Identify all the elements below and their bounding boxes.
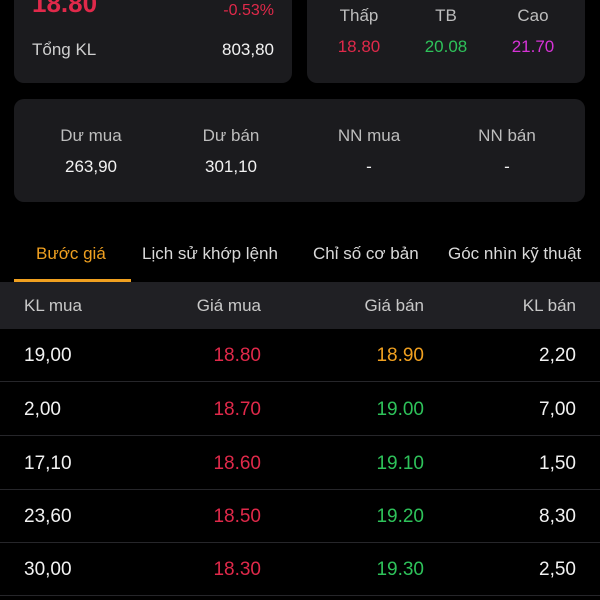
buy-volume-cell: 30,00	[24, 559, 72, 580]
change-percent: -0.53%	[223, 2, 274, 19]
sell-volume-cell: 7,00	[539, 399, 576, 420]
buy-volume-cell: 23,60	[24, 506, 72, 527]
total-volume-value: 803,80	[222, 40, 274, 59]
buy-price-cell: 18.60	[213, 453, 261, 474]
avg-label: TB	[435, 6, 457, 25]
table-row: 17,10 18.60 19.10 1,50	[0, 437, 600, 490]
buy-price-cell: 18.80	[213, 345, 261, 366]
high-value: 21.70	[511, 37, 555, 56]
buy-price-cell: 18.50	[213, 506, 261, 527]
table-row: 23,60 18.50 19.20 8,30	[0, 490, 600, 543]
buy-volume-cell: 17,10	[24, 453, 72, 474]
buy-price-cell: 18.70	[213, 399, 261, 420]
sell-volume-cell: 8,30	[539, 506, 576, 527]
tab-fundamentals[interactable]: Chỉ số cơ bản	[313, 244, 419, 264]
table-row: 30,00 18.30 19.30 2,50	[0, 543, 600, 596]
sell-volume-cell: 1,50	[539, 453, 576, 474]
header-sell-volume: KL bán	[522, 296, 576, 315]
foreign-sell-label: NN bán	[478, 126, 536, 145]
current-price: 18.80	[32, 0, 98, 18]
detail-tabs: Bước giá Lịch sử khớp lệnh Chỉ số cơ bản…	[0, 232, 600, 282]
low-label: Thấp	[339, 6, 379, 25]
avg-value: 20.08	[424, 37, 468, 56]
buy-volume-cell: 19,00	[24, 345, 72, 366]
sell-volume-cell: 2,50	[539, 559, 576, 580]
sell-remaining-label: Dư bán	[202, 126, 260, 145]
foreign-buy-value: -	[366, 157, 372, 176]
sell-price-cell: 19.00	[376, 399, 424, 420]
table-row: 2,00 18.70 19.00 7,00	[0, 383, 600, 436]
tab-technical-view[interactable]: Góc nhìn kỹ thuật	[448, 244, 581, 264]
header-buy-price: Giá mua	[196, 296, 261, 315]
buy-volume-cell: 2,00	[24, 399, 61, 420]
order-book-header: KL mua Giá mua Giá bán KL bán	[0, 282, 600, 329]
buy-remaining-value: 263,90	[65, 157, 117, 176]
low-value: 18.80	[337, 37, 381, 56]
header-sell-price: Giá bán	[364, 296, 424, 315]
tab-price-step[interactable]: Bước giá	[36, 244, 106, 264]
summary-card: 18.80 -0.53% Tổng KL 803,80	[14, 0, 292, 83]
sell-price-cell: 18.90	[376, 345, 424, 366]
foreign-sell-value: -	[504, 157, 510, 176]
sell-price-cell: 19.30	[376, 559, 424, 580]
high-label: Cao	[517, 6, 549, 25]
buy-price-cell: 18.30	[213, 559, 261, 580]
order-summary-card: Dư mua 263,90 Dư bán 301,10 NN mua - NN …	[14, 99, 585, 202]
foreign-buy-label: NN mua	[337, 126, 401, 145]
header-buy-volume: KL mua	[24, 296, 82, 315]
sell-price-cell: 19.20	[376, 506, 424, 527]
buy-remaining-label: Dư mua	[60, 126, 122, 145]
sell-remaining-value: 301,10	[205, 157, 257, 176]
table-row: 19,00 18.80 18.90 2,20	[0, 329, 600, 382]
price-range-card: Thấp 18.80 TB 20.08 Cao 21.70	[307, 0, 585, 83]
tab-match-history[interactable]: Lịch sử khớp lệnh	[142, 244, 278, 264]
sell-volume-cell: 2,20	[539, 345, 576, 366]
sell-price-cell: 19.10	[376, 453, 424, 474]
total-volume-label: Tổng KL	[32, 40, 97, 59]
